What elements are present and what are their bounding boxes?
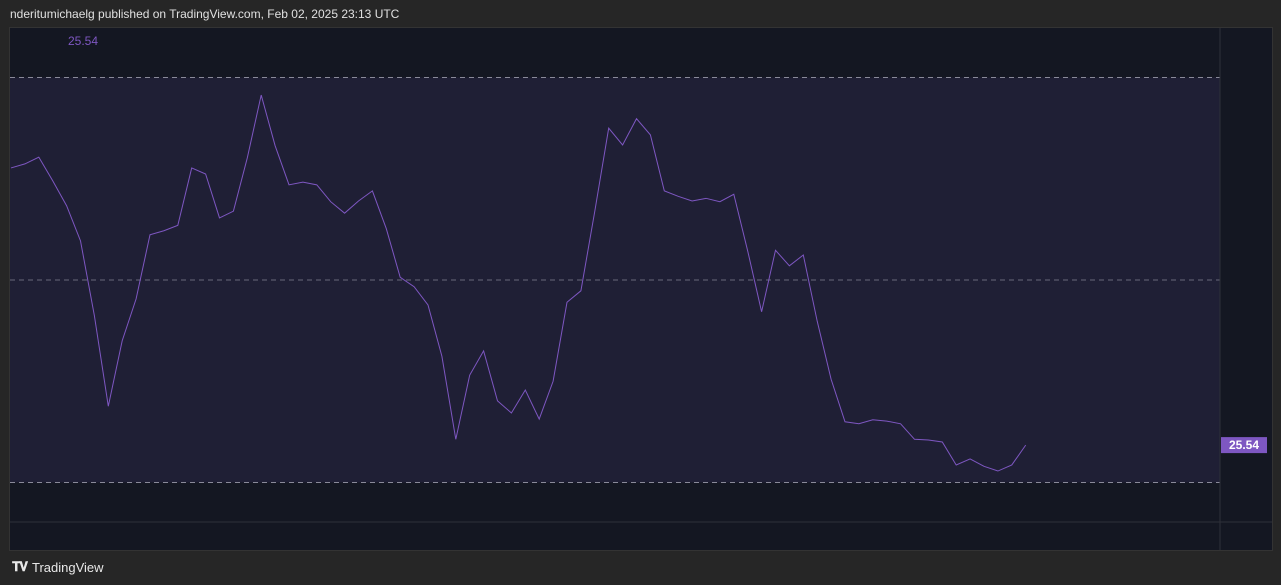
brand-name: TradingView <box>32 559 104 575</box>
chart-pane[interactable]: 25.54 25.54 <box>9 27 1273 551</box>
tradingview-logo-icon: 𝐓𝐕 <box>12 559 28 574</box>
legend-value: 25.54 <box>68 34 98 48</box>
tradingview-brand[interactable]: 𝐓𝐕 TradingView <box>12 559 104 575</box>
publish-info: nderitumichaelg published on TradingView… <box>10 7 400 21</box>
last-value-label: 25.54 <box>1229 438 1259 452</box>
indicator-chart: 25.54 25.54 <box>10 28 1272 550</box>
